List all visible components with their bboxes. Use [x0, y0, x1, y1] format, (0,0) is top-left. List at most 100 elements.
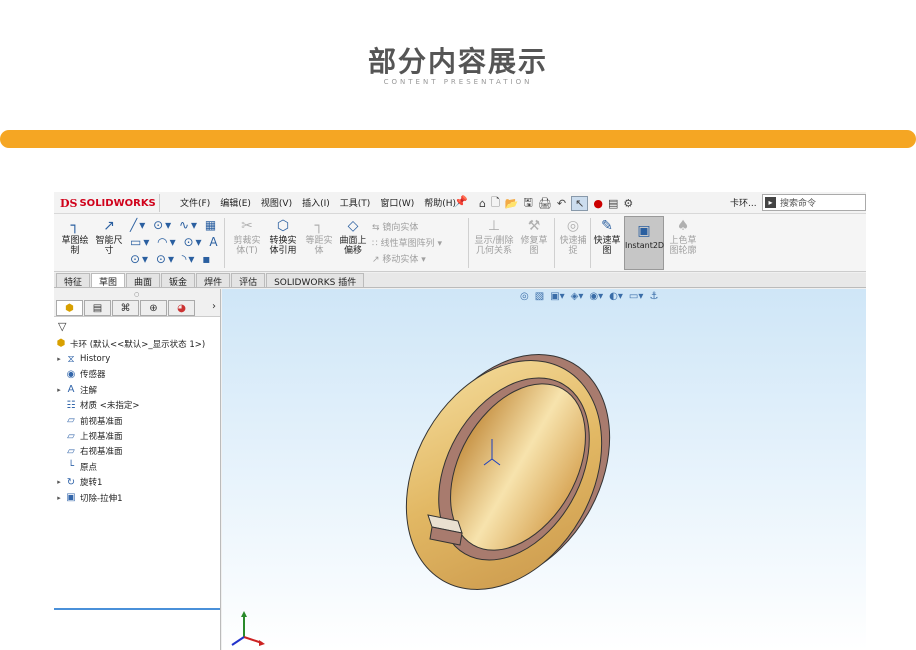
expand-arrow-icon[interactable]: ▸ — [54, 494, 64, 502]
tree-item-cut-extrude1[interactable]: ▸ ▣ 切除-拉伸1 — [54, 490, 220, 505]
feature-manager-tab-icon[interactable]: ⬢ — [56, 300, 83, 316]
menu-edit[interactable]: 编辑(E) — [220, 196, 251, 209]
sketch-shape-tools[interactable]: ▭▾ ◠▾ ⊙▾ A — [130, 235, 220, 249]
quick-access-toolbar: ⌂ 🗋 📂 🖫 🖨 ↶ ↖ ● ▤ ⚙ — [479, 194, 633, 213]
panel-tabs: ⬢ ▤ ⌘ ⊕ ◕ — [56, 300, 196, 316]
pin-icon[interactable]: 📌 — [454, 195, 468, 208]
tab-solidworks-addins[interactable]: SOLIDWORKS 插件 — [266, 273, 365, 288]
file-properties-icon[interactable]: ▤ — [608, 197, 618, 210]
home-icon[interactable]: ⌂ — [479, 197, 486, 210]
quick-snaps-button[interactable]: ◎ 快速捕 捉 — [556, 218, 590, 256]
tree-item-history[interactable]: ▸ ⧖ History — [54, 351, 220, 366]
sketch-line-tools[interactable]: ╱▾ ⊙▾ ∿▾ ▦ — [130, 218, 218, 232]
tree-item-top-plane[interactable]: ▱ 上视基准面 — [54, 428, 220, 443]
search-commands-input[interactable]: ▸ 搜索命令 — [762, 194, 866, 211]
dimxpert-tab-icon[interactable]: ⊕ — [140, 300, 167, 316]
options-gear-icon[interactable]: ⚙ — [623, 197, 633, 210]
rebuild-icon[interactable]: ● — [593, 197, 603, 210]
ribbon-separator — [554, 218, 555, 268]
chevron-right-icon[interactable]: › — [212, 301, 216, 312]
mirror-entities-button[interactable]: ⇆ 镜向实体 — [372, 220, 418, 233]
open-icon[interactable]: 📂 — [505, 197, 519, 210]
instant2d-button[interactable]: ▣ Instant2D — [624, 216, 664, 270]
cut-extrude-icon: ▣ — [66, 492, 76, 504]
offset-on-surface-button[interactable]: ◇ 曲面上 偏移 — [336, 218, 370, 256]
display-style-icon[interactable]: ◈▾ — [571, 291, 584, 302]
snap-ring-3d-model[interactable] — [400, 319, 640, 619]
tree-item-revolve1[interactable]: ▸ ↻ 旋转1 — [54, 475, 220, 490]
tab-evaluate[interactable]: 评估 — [231, 273, 266, 288]
hide-show-icon[interactable]: ◉▾ — [589, 291, 603, 302]
zoom-to-fit-icon[interactable]: ◎ — [520, 291, 529, 302]
convert-entities-button[interactable]: ⬡ 转换实 体引用 — [264, 218, 302, 256]
tree-item-label: 传感器 — [80, 370, 106, 381]
command-manager-ribbon: ┐ 草图绘 制 ↗ 智能尺 寸 ╱▾ ⊙▾ ∿▾ ▦ ▭▾ ◠▾ ⊙▾ A ⊙▾… — [54, 214, 866, 272]
offset-entities-button[interactable]: ┐ 等距实 体 — [302, 218, 336, 256]
undo-icon[interactable]: ↶ — [557, 197, 566, 210]
expand-arrow-icon[interactable]: ▸ — [54, 386, 64, 394]
tree-item-material[interactable]: ☷ 材质 <未指定> — [54, 398, 220, 413]
panel-resize-handle[interactable]: ○ — [134, 291, 139, 298]
menu-insert[interactable]: 插入(I) — [302, 196, 330, 209]
tree-item-label: 材质 <未指定> — [80, 401, 140, 412]
tree-item-front-plane[interactable]: ▱ 前视基准面 — [54, 413, 220, 428]
linear-pattern-button[interactable]: ∷ 线性草图阵列 ▾ — [372, 236, 442, 249]
menu-window[interactable]: 窗口(W) — [380, 196, 414, 209]
trim-icon: ✂ — [241, 218, 253, 234]
rapid-sketch-button[interactable]: ✎ 快速草 图 — [590, 218, 624, 256]
section-view-icon[interactable]: ▧ — [535, 291, 544, 302]
move-entities-button[interactable]: ↗ 移动实体 ▾ — [372, 252, 426, 265]
sketch-misc-tools[interactable]: ⊙▾ ⊙▾ ◝▾ ▪ — [130, 252, 212, 266]
tab-weldments[interactable]: 焊件 — [196, 273, 231, 288]
feature-manager-panel: ○ ⬢ ▤ ⌘ ⊕ ◕ › ▽ ⬢ 卡环 (默认<<默认>_显示状态 1>) ▸ — [54, 289, 221, 650]
sketch-button[interactable]: ┐ 草图绘 制 — [58, 218, 92, 256]
view-orientation-icon[interactable]: ▣▾ — [550, 291, 564, 302]
reference-triad-icon — [231, 611, 265, 646]
shaded-sketch-contours-button[interactable]: ♠ 上色草 图轮廓 — [666, 218, 700, 256]
graphics-viewport[interactable]: ◎ ▧ ▣▾ ◈▾ ◉▾ ◐▾ ▭▾ ⚓ — [222, 289, 866, 650]
scene-icon[interactable]: ▭▾ — [629, 291, 643, 302]
repair-sketch-button[interactable]: ⚒ 修复草 图 — [516, 218, 552, 256]
expand-arrow-icon[interactable]: ▸ — [54, 355, 64, 363]
view-settings-icon[interactable]: ⚓ — [649, 291, 658, 302]
smart-dimension-button[interactable]: ↗ 智能尺 寸 — [92, 218, 126, 256]
panel-toolbar: ○ ⬢ ▤ ⌘ ⊕ ◕ › — [54, 289, 220, 317]
rollback-bar[interactable] — [54, 608, 220, 610]
expand-arrow-icon[interactable]: ▸ — [54, 478, 64, 486]
surface-offset-label: 曲面上 偏移 — [339, 236, 367, 256]
appearance-icon[interactable]: ◐▾ — [609, 291, 623, 302]
linear-pattern-label: 线性草图阵列 — [380, 239, 435, 249]
new-document-icon[interactable]: 🗋 — [491, 194, 500, 213]
tree-root[interactable]: ⬢ 卡环 (默认<<默认>_显示状态 1>) — [54, 336, 220, 351]
menu-help[interactable]: 帮助(H) — [424, 196, 456, 209]
tab-sketch[interactable]: 草图 — [91, 273, 126, 288]
save-icon[interactable]: 🖫 — [524, 194, 533, 213]
quick-snap-icon: ◎ — [566, 218, 580, 234]
display-delete-relations-button[interactable]: ⊥ 显示/删除 几何关系 — [472, 218, 516, 256]
tree-item-right-plane[interactable]: ▱ 右视基准面 — [54, 444, 220, 459]
tab-features[interactable]: 特征 — [56, 273, 91, 288]
solidworks-logo: DS SOLIDWORKS — [60, 194, 160, 212]
menu-tools[interactable]: 工具(T) — [340, 196, 371, 209]
property-manager-tab-icon[interactable]: ▤ — [84, 300, 111, 316]
menu-file[interactable]: 文件(F) — [180, 196, 210, 209]
tree-item-label: 注解 — [80, 385, 98, 396]
tab-sheet-metal[interactable]: 钣金 — [161, 273, 196, 288]
filter-icon[interactable]: ▽ — [58, 320, 66, 333]
tab-surfaces[interactable]: 曲面 — [126, 273, 161, 288]
offset-label: 等距实 体 — [305, 236, 333, 256]
tree-item-origin[interactable]: └ 原点 — [54, 459, 220, 474]
print-icon[interactable]: 🖨 — [538, 197, 552, 210]
select-cursor-icon[interactable]: ↖ — [571, 196, 589, 211]
annotation-icon: A — [67, 384, 75, 396]
history-icon: ⧖ — [67, 353, 75, 365]
configuration-manager-tab-icon[interactable]: ⌘ — [112, 300, 139, 316]
tree-item-label: 旋转1 — [80, 478, 103, 489]
tree-item-annotations[interactable]: ▸ A 注解 — [54, 382, 220, 397]
display-manager-tab-icon[interactable]: ◕ — [168, 300, 195, 316]
menu-view[interactable]: 视图(V) — [261, 196, 292, 209]
main-menu: 文件(F) 编辑(E) 视图(V) 插入(I) 工具(T) 窗口(W) 帮助(H… — [180, 196, 456, 209]
trim-entities-button[interactable]: ✂ 剪裁实 体(T) — [230, 218, 264, 256]
tree-root-label: 卡环 (默认<<默认>_显示状态 1>) — [70, 339, 206, 350]
tree-item-sensors[interactable]: ◉ 传感器 — [54, 367, 220, 382]
